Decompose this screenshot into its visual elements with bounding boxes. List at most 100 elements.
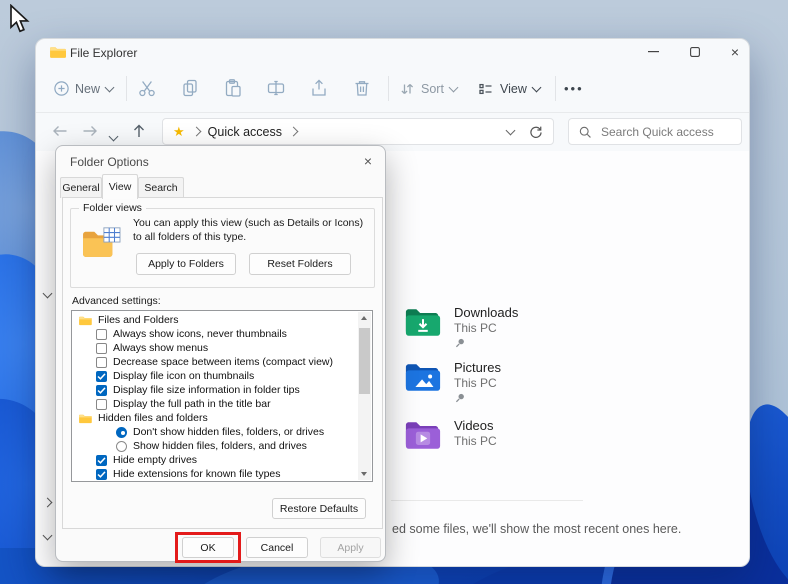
quick-access-item-videos[interactable]: Videos This PC: [404, 416, 704, 466]
tab-view[interactable]: View: [102, 174, 138, 199]
share-button[interactable]: [308, 77, 330, 99]
tab-search[interactable]: Search: [138, 177, 184, 198]
search-icon: [578, 125, 592, 139]
item-name: Videos: [454, 418, 494, 433]
chevron-down-icon: [531, 82, 541, 92]
dialog-title: Folder Options: [70, 155, 149, 169]
forward-button[interactable]: [80, 122, 102, 142]
see-more-button[interactable]: •••: [564, 74, 584, 103]
copy-icon: [179, 77, 201, 99]
setting-label: Display file size information in folder …: [113, 384, 300, 396]
nav-pane-collapse-icon[interactable]: [43, 289, 53, 299]
downloads-folder-icon: [404, 307, 442, 338]
radio-button[interactable]: [116, 441, 127, 452]
checkbox[interactable]: [96, 399, 107, 410]
minimize-button[interactable]: [636, 39, 670, 65]
advanced-settings-list[interactable]: Files and FoldersAlways show icons, neve…: [71, 310, 373, 482]
checkbox[interactable]: [96, 357, 107, 368]
quick-access-item-downloads[interactable]: Downloads This PC: [404, 303, 704, 353]
tree-folder-icon: [78, 315, 92, 326]
advanced-setting-item[interactable]: Hide extensions for known file types: [72, 467, 358, 481]
advanced-settings-rows: Files and FoldersAlways show icons, neve…: [72, 313, 358, 481]
recent-locations-button[interactable]: [110, 127, 132, 147]
tab-general[interactable]: General: [60, 177, 102, 198]
pictures-folder-icon: [404, 362, 442, 393]
copy-button[interactable]: [179, 77, 201, 99]
view-icon: [477, 81, 494, 97]
nav-pane-expand-icon[interactable]: [43, 498, 53, 508]
search-input[interactable]: [599, 124, 723, 140]
address-bar[interactable]: ★ Quick access: [162, 118, 554, 145]
view-button-label: View: [500, 82, 527, 96]
item-name: Pictures: [454, 360, 501, 375]
folder-views-icon: [81, 225, 123, 261]
nav-pane-collapse-icon[interactable]: [43, 531, 53, 541]
radio-button[interactable]: [116, 427, 127, 438]
maximize-button[interactable]: [678, 39, 712, 65]
cut-button[interactable]: [136, 77, 158, 99]
paste-button[interactable]: [222, 77, 244, 99]
setting-label: Display file icon on thumbnails: [113, 370, 254, 382]
apply-button[interactable]: Apply: [320, 537, 381, 558]
advanced-setting-item[interactable]: Don't show hidden files, folders, or dri…: [72, 425, 358, 439]
pin-icon: [454, 337, 466, 349]
back-button[interactable]: [50, 122, 72, 142]
advanced-setting-item[interactable]: Always show menus: [72, 341, 358, 355]
tab-label: General: [62, 182, 99, 194]
advanced-setting-item[interactable]: Display file size information in folder …: [72, 383, 358, 397]
view-button[interactable]: View: [477, 74, 540, 103]
command-bar: New: [36, 65, 749, 113]
item-name: Downloads: [454, 305, 518, 320]
checkbox[interactable]: [96, 469, 107, 480]
up-button[interactable]: [130, 122, 152, 142]
titlebar[interactable]: File Explorer ×: [36, 39, 749, 65]
dialog-close-button[interactable]: ×: [356, 150, 380, 172]
scrollbar-thumb[interactable]: [359, 328, 370, 394]
scroll-up-icon[interactable]: [361, 316, 367, 320]
advanced-setting-item[interactable]: Files and Folders: [72, 313, 358, 327]
setting-label: Hidden files and folders: [98, 412, 208, 424]
advanced-setting-item[interactable]: Decrease space between items (compact vi…: [72, 355, 358, 369]
videos-folder-icon: [404, 420, 442, 451]
item-location: This PC: [454, 376, 497, 390]
advanced-settings-label: Advanced settings:: [72, 295, 161, 307]
advanced-setting-item[interactable]: Hide empty drives: [72, 453, 358, 467]
folder-views-groupbox: Folder views You can apply this view (su…: [70, 208, 375, 288]
setting-label: Hide extensions for known file types: [113, 468, 281, 480]
search-box[interactable]: [568, 118, 742, 145]
checkbox[interactable]: [96, 455, 107, 466]
advanced-setting-item[interactable]: Hidden files and folders: [72, 411, 358, 425]
new-button[interactable]: New: [54, 74, 113, 103]
chevron-down-icon: [448, 82, 458, 92]
sort-button[interactable]: Sort: [399, 74, 457, 103]
section-divider: [391, 500, 583, 501]
checkbox[interactable]: [96, 329, 107, 340]
window-title: File Explorer: [70, 46, 137, 60]
breadcrumb-quick-access[interactable]: Quick access: [208, 125, 282, 139]
delete-button[interactable]: [351, 77, 373, 99]
advanced-setting-item[interactable]: Display the full path in the title bar: [72, 397, 358, 411]
close-button[interactable]: ×: [718, 39, 752, 65]
scroll-down-icon[interactable]: [361, 472, 367, 476]
address-dropdown-icon[interactable]: [506, 125, 516, 135]
advanced-setting-item[interactable]: Always show icons, never thumbnails: [72, 327, 358, 341]
checkbox[interactable]: [96, 371, 107, 382]
restore-defaults-button[interactable]: Restore Defaults: [272, 498, 366, 519]
chevron-down-icon: [105, 82, 115, 92]
mouse-cursor: [9, 4, 31, 34]
checkbox[interactable]: [96, 385, 107, 396]
advanced-setting-item[interactable]: Show hidden files, folders, and drives: [72, 439, 358, 453]
reset-folders-button[interactable]: Reset Folders: [249, 253, 351, 275]
tab-label: Search: [144, 182, 177, 194]
rename-button[interactable]: [265, 77, 287, 99]
cancel-button[interactable]: Cancel: [246, 537, 308, 558]
checkbox[interactable]: [96, 343, 107, 354]
quick-access-item-pictures[interactable]: Pictures This PC: [404, 358, 704, 408]
apply-to-folders-button[interactable]: Apply to Folders: [136, 253, 236, 275]
rename-icon: [265, 77, 287, 99]
setting-label: Files and Folders: [98, 314, 179, 326]
refresh-icon[interactable]: [528, 124, 543, 139]
ok-highlight-annotation: [175, 532, 241, 563]
scrollbar[interactable]: [358, 312, 371, 480]
advanced-setting-item[interactable]: Display file icon on thumbnails: [72, 369, 358, 383]
